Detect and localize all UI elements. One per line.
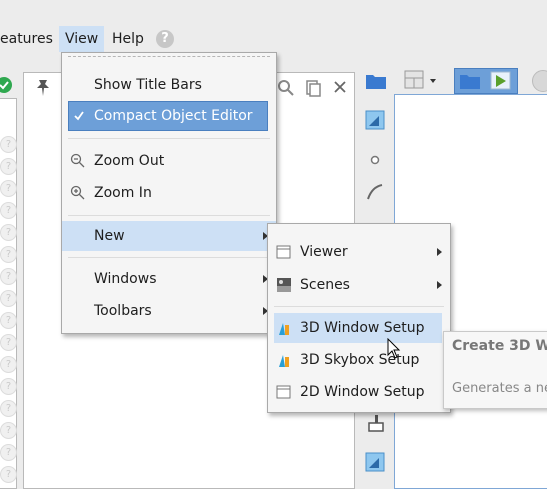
- hand-tool-icon[interactable]: [366, 413, 386, 433]
- menu-item-label: 3D Skybox Setup: [300, 352, 420, 368]
- close-icon[interactable]: [333, 80, 347, 94]
- menu-item-label: Compact Object Editor: [94, 108, 253, 124]
- submenu-arrow-icon: [437, 248, 442, 256]
- menu-item-label: Toolbars: [94, 303, 152, 319]
- zoom-out-icon: [70, 153, 85, 168]
- menu-item-3d-skybox-setup[interactable]: 3D Skybox Setup: [268, 345, 450, 375]
- folder-icon[interactable]: [365, 71, 387, 91]
- help-badge-icon: ?: [0, 378, 17, 395]
- menu-help[interactable]: Help: [106, 26, 150, 52]
- menu-item-label: New: [94, 228, 125, 244]
- help-circle-icon[interactable]: [532, 70, 547, 92]
- window-icon: [276, 245, 291, 259]
- window-icon: [276, 385, 291, 399]
- help-badge-icon: ?: [0, 466, 17, 483]
- help-badge-icon: ?: [0, 444, 17, 461]
- menu-item-new[interactable]: New: [62, 221, 276, 251]
- play-icon[interactable]: [490, 71, 512, 91]
- menu-item-show-title-bars[interactable]: Show Title Bars: [62, 70, 276, 100]
- menu-item-windows[interactable]: Windows: [62, 264, 276, 294]
- help-icon[interactable]: ?: [156, 30, 174, 48]
- menu-item-viewer[interactable]: Viewer: [268, 237, 450, 267]
- curve-tool-icon[interactable]: [366, 183, 384, 201]
- help-badge-icon: ?: [0, 202, 17, 219]
- point-tool-icon[interactable]: [369, 154, 381, 166]
- help-badge-icon: ?: [0, 290, 17, 307]
- help-badge-icon: ?: [0, 180, 17, 197]
- menu-item-zoom-in[interactable]: Zoom In: [62, 178, 276, 208]
- menu-item-label: Windows: [94, 271, 157, 287]
- view-menu: Show Title Bars Compact Object Editor Zo…: [61, 52, 277, 334]
- menu-item-scenes[interactable]: Scenes: [268, 270, 450, 300]
- green-check-icon[interactable]: [0, 75, 16, 95]
- menu-item-compact-object-editor[interactable]: Compact Object Editor: [68, 101, 268, 131]
- layout-dropdown-arrow[interactable]: [430, 79, 436, 83]
- tooltip: Create 3D Wi Generates a ne: [443, 331, 547, 409]
- help-badge-icon: ?: [0, 246, 17, 263]
- left-panel-header: [0, 72, 16, 98]
- tooltip-title: Create 3D Wi: [452, 338, 547, 354]
- copy-icon[interactable]: [304, 79, 322, 97]
- search-icon[interactable]: [277, 79, 295, 97]
- menu-item-label: Zoom Out: [94, 153, 165, 169]
- menu-item-2d-window-setup[interactable]: 2D Window Setup: [268, 377, 450, 407]
- pin-icon[interactable]: [33, 78, 53, 98]
- help-badge-icon: ?: [0, 136, 17, 153]
- help-badge-icon: ?: [0, 158, 17, 175]
- image-tool-icon[interactable]: [365, 110, 385, 130]
- submenu-arrow-icon: [437, 281, 442, 289]
- left-badges: ? ? ? ? ? ? ? ? ? ? ? ? ? ? ? ?: [0, 132, 17, 487]
- new-submenu: Viewer Scenes 3D Window Setup 3D Skybox …: [267, 223, 451, 413]
- menu-item-zoom-out[interactable]: Zoom Out: [62, 146, 276, 176]
- menu-item-label: 2D Window Setup: [300, 384, 425, 400]
- help-badge-icon: ?: [0, 312, 17, 329]
- menu-item-label: 3D Window Setup: [300, 320, 425, 336]
- menu-item-3d-window-setup[interactable]: 3D Window Setup: [274, 313, 442, 343]
- menu-item-label: Scenes: [300, 277, 350, 293]
- menu-item-label: Viewer: [300, 244, 348, 260]
- 3d-setup-icon: [279, 323, 289, 335]
- 3d-setup-icon: [279, 355, 289, 367]
- help-badge-icon: ?: [0, 224, 17, 241]
- menu-item-toolbars[interactable]: Toolbars: [62, 296, 276, 326]
- menu-separator: [274, 306, 444, 307]
- tear-off-line[interactable]: [68, 56, 270, 57]
- menu-separator: [68, 257, 270, 258]
- menu-item-label: Zoom In: [94, 185, 152, 201]
- tooltip-description: Generates a ne: [452, 381, 547, 396]
- image-tool-icon[interactable]: [365, 452, 385, 472]
- help-badge-icon: ?: [0, 268, 17, 285]
- help-badge-icon: ?: [0, 422, 17, 439]
- zoom-in-icon: [70, 185, 85, 200]
- menu-separator: [68, 138, 270, 139]
- menu-view[interactable]: View: [59, 26, 104, 52]
- checkmark-icon: [74, 111, 84, 121]
- help-badge-icon: ?: [0, 400, 17, 417]
- help-badge-icon: ?: [0, 334, 17, 351]
- scenes-icon: [277, 278, 291, 292]
- folder-view-icon[interactable]: [459, 71, 481, 91]
- menu-features[interactable]: eatures: [0, 26, 59, 52]
- layout-icon[interactable]: [404, 70, 426, 90]
- menubar: eatures View Help: [0, 26, 547, 52]
- mouse-cursor-icon: [387, 338, 401, 359]
- menu-separator: [68, 215, 270, 216]
- help-badge-icon: ?: [0, 356, 17, 373]
